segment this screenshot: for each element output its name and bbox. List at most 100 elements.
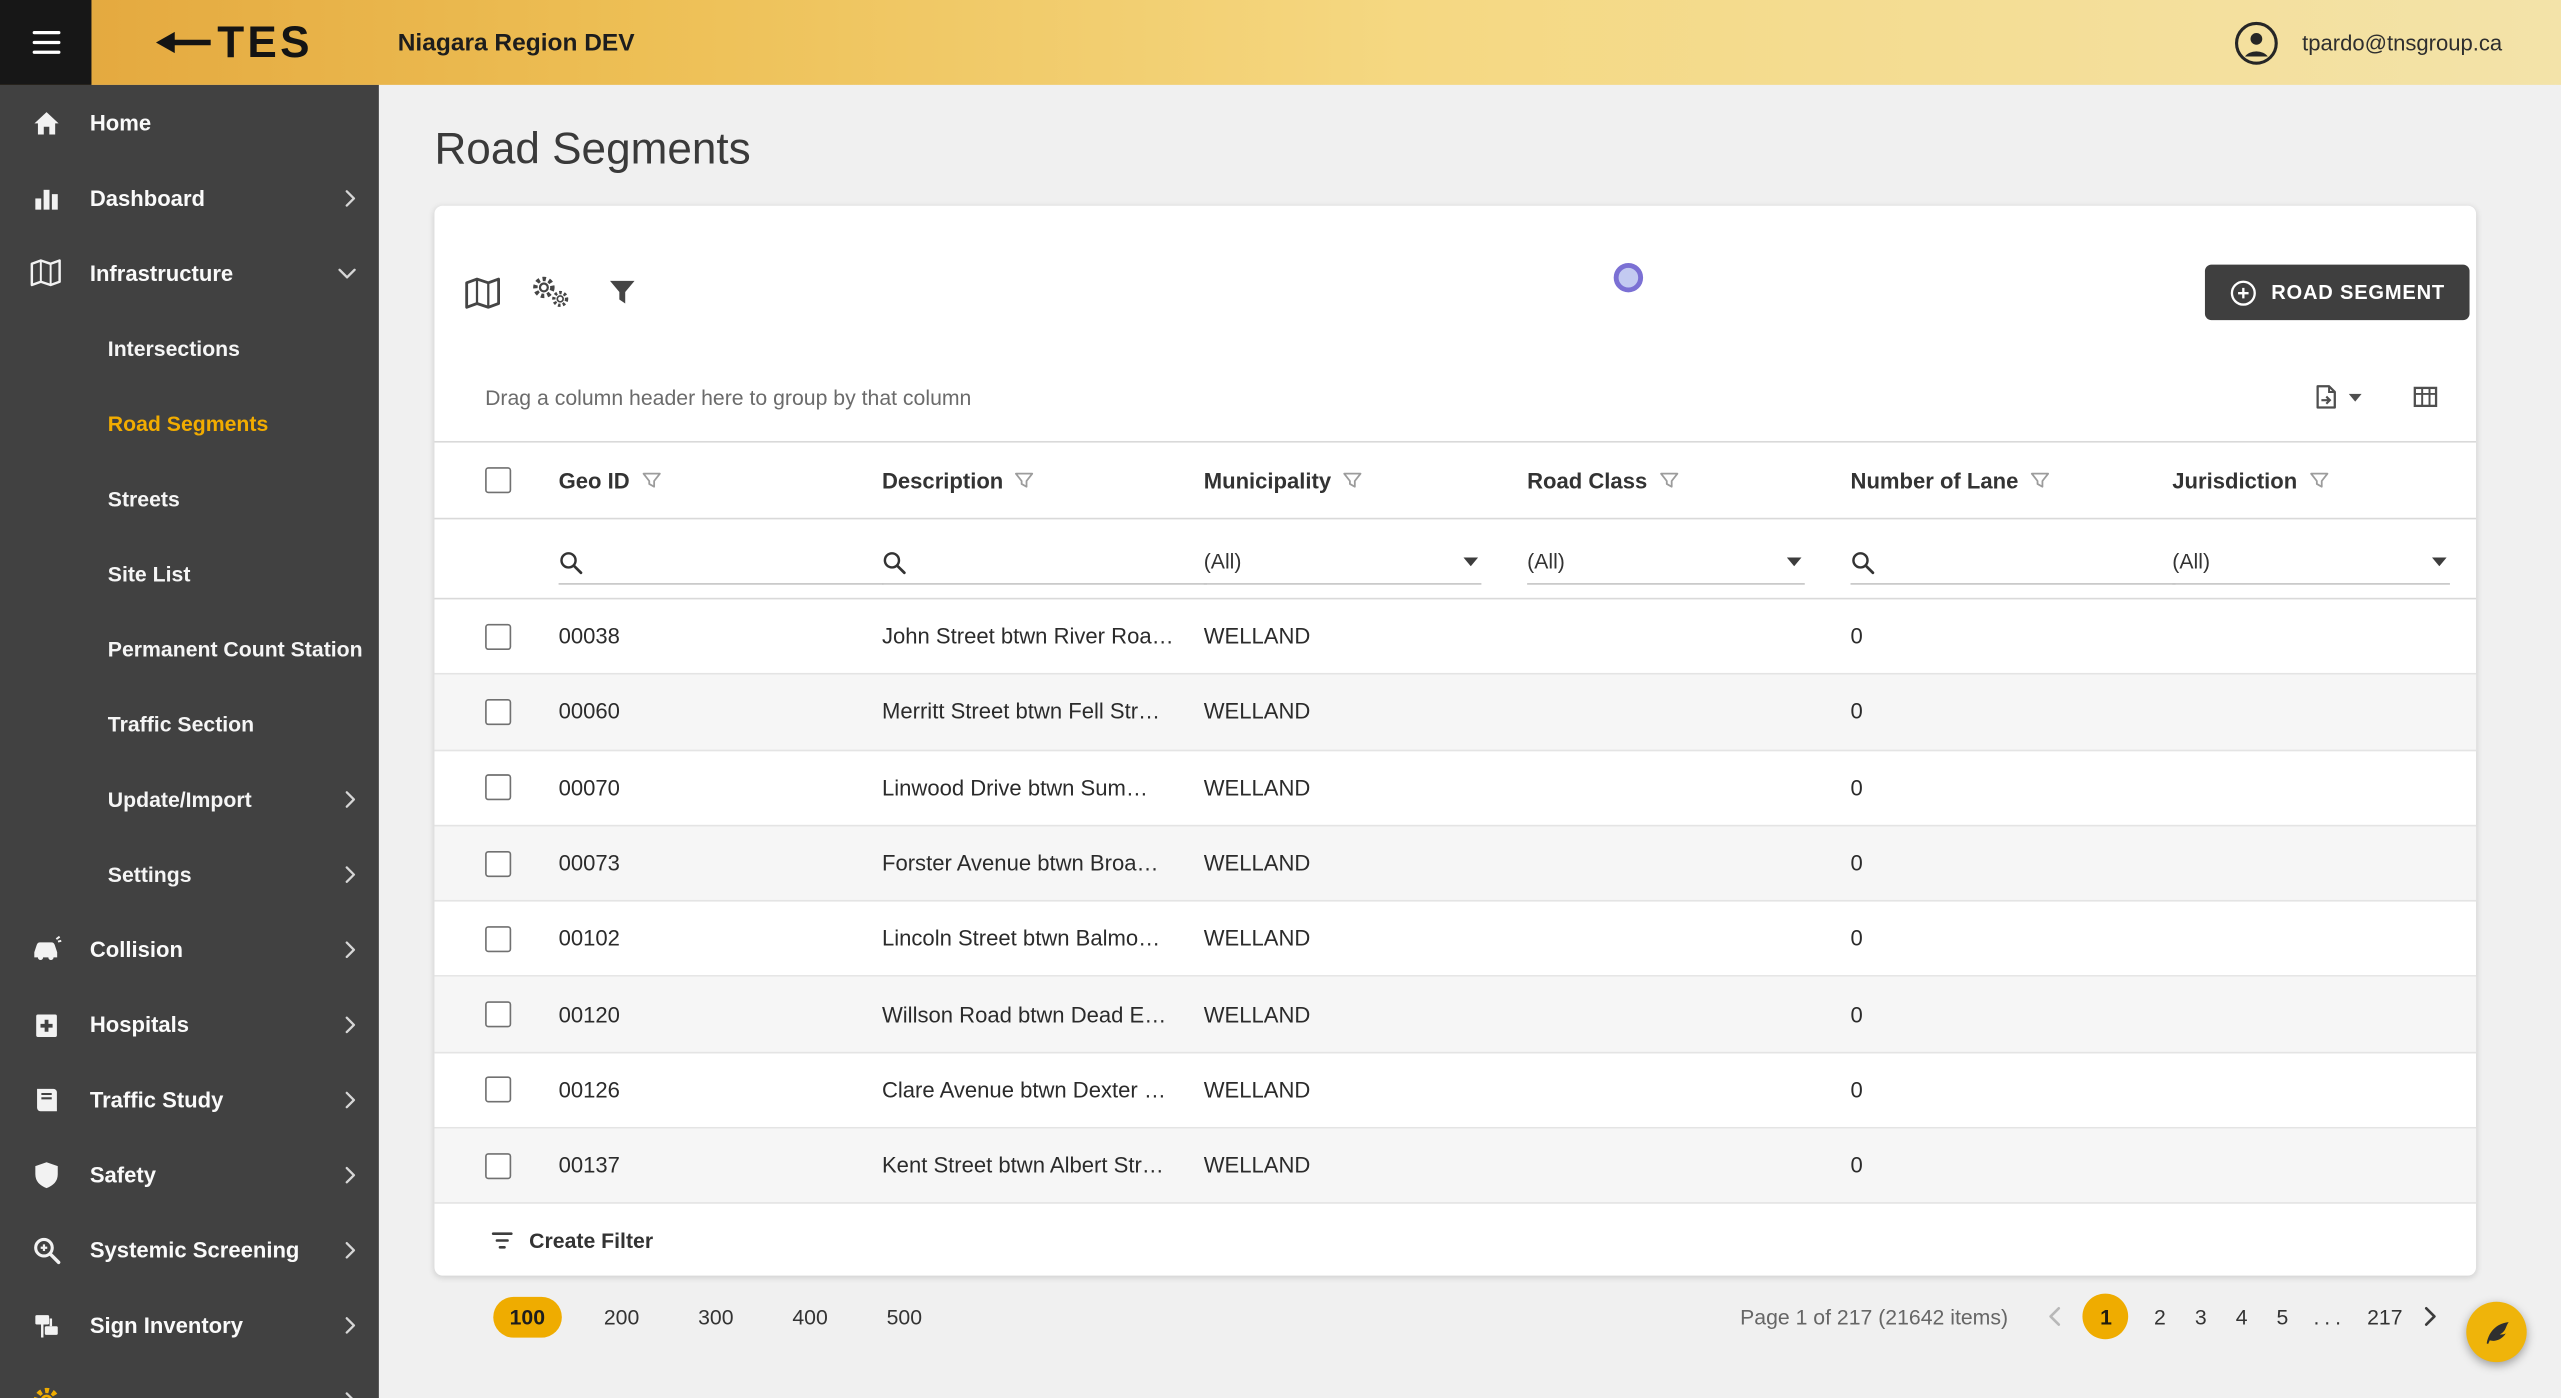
sidebar-item-site-list[interactable]: Site List [0, 536, 379, 611]
next-page-button[interactable] [2424, 1307, 2437, 1327]
page-number-4[interactable]: 4 [2232, 1305, 2252, 1329]
sidebar-item-systemic-screening[interactable]: Systemic Screening [0, 1212, 379, 1287]
page-number-1[interactable]: 1 [2083, 1294, 2129, 1340]
cell-municipality: WELLAND [1203, 699, 1311, 725]
column-header-road-class[interactable]: Road Class [1508, 443, 1831, 518]
chevron-right-icon [345, 189, 356, 207]
pages-ellipsis: ... [2313, 1304, 2346, 1330]
sidebar-item-settings[interactable]: Settings [0, 836, 379, 911]
page-size-400[interactable]: 400 [776, 1297, 844, 1338]
jurisdiction-filter-select[interactable]: (All) [2172, 549, 2450, 585]
geo-id-filter-input[interactable] [596, 550, 884, 575]
road-segments-grid-card: ROAD SEGMENT Drag a column header here t… [434, 205, 2477, 1277]
search-icon [1851, 550, 1875, 574]
page-size-500[interactable]: 500 [870, 1297, 938, 1338]
cell-road-class [1508, 1053, 1831, 1127]
search-icon [559, 550, 583, 574]
user-email[interactable]: tpardo@tnsgroup.ca [2302, 30, 2502, 54]
table-row[interactable]: 00070 Linwood Drive btwn Sum… WELLAND 0 [434, 751, 2477, 827]
feather-fab-button[interactable] [2466, 1301, 2527, 1363]
prev-page-button[interactable] [2049, 1307, 2062, 1327]
sidebar-item-streets[interactable]: Streets [0, 461, 379, 536]
create-filter-button[interactable]: Create Filter [434, 1204, 2476, 1276]
column-header-jurisdiction[interactable]: Jurisdiction [2153, 443, 2476, 518]
systemic-screening-magnifier-icon [29, 1233, 62, 1266]
row-checkbox[interactable] [485, 623, 512, 650]
number-of-lane-filter-input[interactable] [1888, 550, 2176, 575]
page-number-217[interactable]: 217 [2367, 1305, 2402, 1329]
cell-road-class [1508, 751, 1831, 825]
chevron-right-icon [345, 1240, 356, 1258]
table-row[interactable]: 00137 Kent Street btwn Albert Str… WELLA… [434, 1128, 2477, 1205]
column-chooser-button[interactable] [2411, 382, 2440, 411]
table-row[interactable]: 00060 Merritt Street btwn Fell Str… WELL… [434, 675, 2477, 751]
row-checkbox[interactable] [485, 774, 512, 801]
collision-car-icon [29, 933, 62, 966]
table-row[interactable]: 00102 Lincoln Street btwn Balmo… WELLAND… [434, 902, 2477, 978]
select-all-checkbox[interactable] [485, 467, 512, 494]
sidebar-item-collision[interactable]: Collision [0, 911, 379, 986]
sidebar-item-traffic-study[interactable]: Traffic Study [0, 1062, 379, 1137]
sidebar-item-safety[interactable]: Safety [0, 1137, 379, 1212]
page-size-200[interactable]: 200 [587, 1297, 655, 1338]
cell-road-class [1508, 599, 1831, 673]
filter-row: (All) (All) (All) [434, 519, 2477, 600]
table-row[interactable]: 00038 John Street btwn River Roa… WELLAN… [434, 599, 2477, 676]
user-avatar-icon[interactable] [2235, 20, 2279, 64]
municipality-filter-select[interactable]: (All) [1203, 549, 1482, 585]
header-filter-icon[interactable] [1659, 470, 1679, 490]
road-class-filter-select[interactable]: (All) [1527, 549, 1805, 585]
cell-geo-id: 00070 [558, 775, 620, 800]
page-number-3[interactable]: 3 [2191, 1305, 2211, 1329]
filter-funnel-button[interactable] [601, 271, 643, 313]
column-header-municipality[interactable]: Municipality [1184, 443, 1507, 518]
map-view-button[interactable] [461, 271, 503, 313]
caret-down-icon [2349, 393, 2362, 401]
sidebar-item-traffic-section[interactable]: Traffic Section [0, 686, 379, 761]
row-checkbox[interactable] [485, 925, 512, 952]
row-checkbox[interactable] [485, 1077, 512, 1104]
sidebar-item-permanent-count-station[interactable]: Permanent Count Station [0, 611, 379, 686]
grid-toolbar: ROAD SEGMENT [434, 206, 2476, 324]
chevron-right-icon [345, 940, 356, 958]
table-row[interactable]: 00073 Forster Avenue btwn Broa… WELLAND … [434, 826, 2477, 902]
sidebar-item-dashboard[interactable]: Dashboard [0, 160, 379, 235]
sidebar-item-home[interactable]: Home [0, 85, 379, 160]
column-header-description[interactable]: Description [862, 443, 1184, 518]
row-checkbox[interactable] [485, 850, 512, 877]
sidebar-item-intersections[interactable]: Intersections [0, 310, 379, 385]
add-road-segment-button[interactable]: ROAD SEGMENT [2204, 264, 2470, 321]
row-checkbox[interactable] [485, 698, 512, 726]
row-checkbox[interactable] [485, 1001, 512, 1028]
export-button[interactable] [2311, 382, 2362, 411]
main-content: Road Segments ROAD SEGMENT Drag a column… [378, 84, 2561, 1398]
description-filter-input[interactable] [919, 550, 1208, 575]
cell-description: Willson Road btwn Dead E… [881, 1002, 1167, 1027]
sidebar-item-sign-inventory[interactable]: Sign Inventory [0, 1287, 379, 1362]
header-filter-icon[interactable] [641, 470, 661, 490]
table-row[interactable]: 00126 Clare Avenue btwn Dexter … WELLAND… [434, 1053, 2477, 1129]
sign-inventory-signs-icon [29, 1308, 62, 1341]
page-size-100[interactable]: 100 [493, 1296, 562, 1338]
cell-number-of-lane: 0 [1850, 1002, 1863, 1027]
sidebar-item-update-import[interactable]: Update/Import [0, 761, 379, 836]
sidebar-item-infrastructure[interactable]: Infrastructure [0, 235, 379, 310]
page-number-2[interactable]: 2 [2150, 1305, 2170, 1329]
page-size-300[interactable]: 300 [682, 1297, 750, 1338]
sidebar-item-partial[interactable] [0, 1362, 379, 1398]
row-checkbox[interactable] [485, 1152, 512, 1179]
hamburger-menu-button[interactable] [0, 0, 92, 85]
column-header-geo-id[interactable]: Geo ID [539, 443, 862, 518]
settings-gears-button[interactable] [531, 271, 573, 313]
table-row[interactable]: 00120 Willson Road btwn Dead E… WELLAND … [434, 977, 2477, 1054]
header-filter-icon[interactable] [2309, 470, 2329, 490]
page-number-5[interactable]: 5 [2273, 1305, 2293, 1329]
sidebar-item-road-segments[interactable]: Road Segments [0, 385, 379, 460]
header-filter-icon[interactable] [1015, 470, 1035, 490]
header-filter-icon[interactable] [2030, 470, 2050, 490]
sidebar-item-hospitals[interactable]: Hospitals [0, 987, 379, 1062]
chevron-down-icon [338, 264, 356, 282]
column-header-number-of-lane[interactable]: Number of Lane [1831, 443, 2153, 518]
header-filter-icon[interactable] [1343, 470, 1363, 490]
cell-municipality: WELLAND [1203, 850, 1311, 876]
